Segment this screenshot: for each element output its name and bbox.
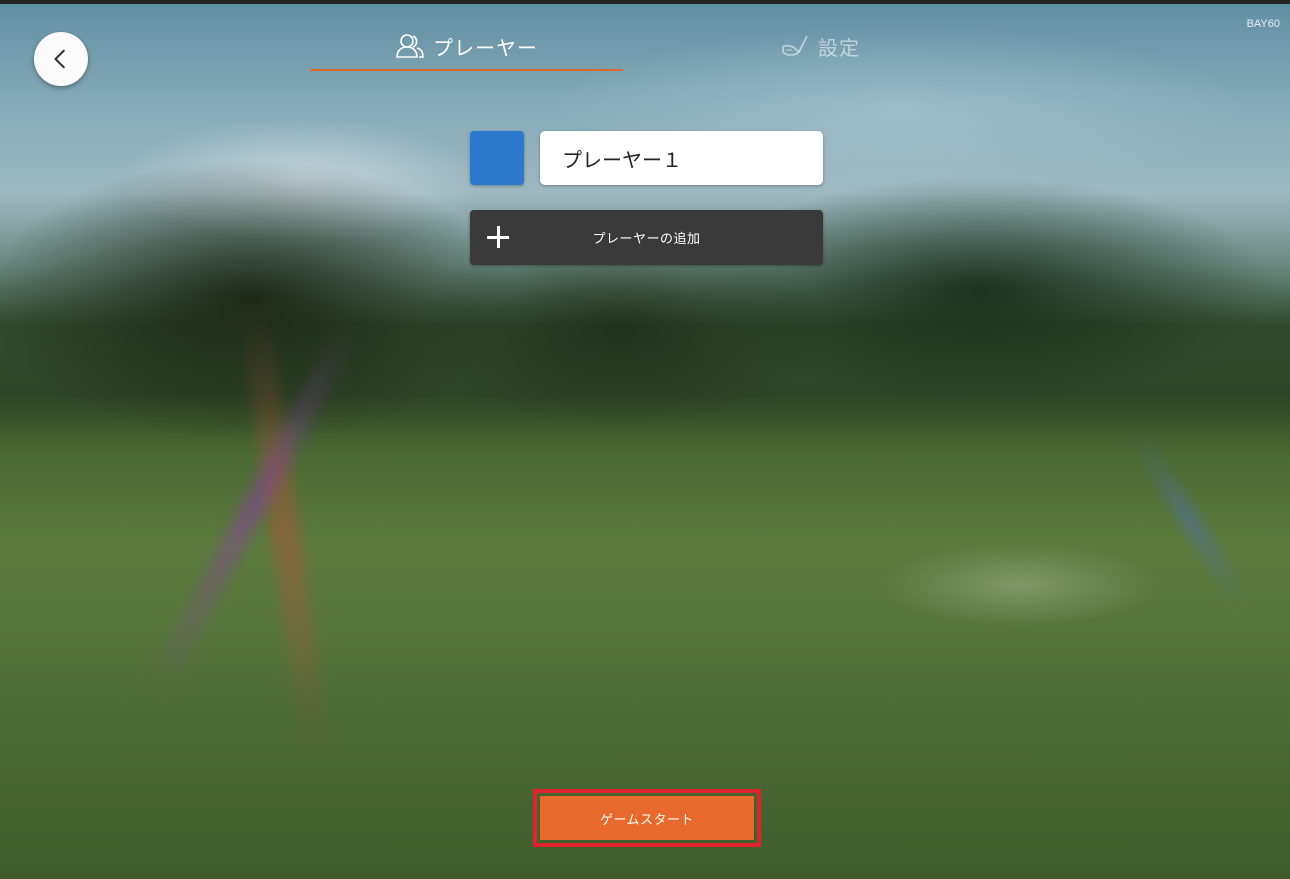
- back-button[interactable]: [34, 32, 88, 86]
- game-start-label: ゲームスタート: [599, 812, 695, 828]
- player-name-input[interactable]: [540, 131, 823, 185]
- tab-settings-label: 設定: [818, 35, 860, 60]
- players-icon: [396, 34, 424, 58]
- background-ball-trail: [1128, 429, 1252, 611]
- chevron-left-icon: [54, 49, 65, 69]
- bay-label: BAY60: [1246, 18, 1280, 30]
- tab-players[interactable]: プレーヤー: [310, 22, 623, 70]
- game-setup-screen: プレーヤー 設定 BAY60 プレーヤーの追加 ゲームスタート: [0, 0, 1290, 879]
- game-start-button[interactable]: ゲームスタート: [540, 796, 754, 840]
- golf-club-icon: [782, 35, 808, 56]
- add-player-button[interactable]: プレーヤーの追加: [470, 210, 823, 265]
- background-ball-trail: [142, 318, 362, 702]
- background-ball-trail: [238, 300, 332, 760]
- tab-settings[interactable]: 設定: [700, 22, 940, 70]
- active-tab-indicator: [310, 69, 623, 71]
- player-color-swatch[interactable]: [470, 131, 524, 185]
- tab-players-label: プレーヤー: [433, 35, 538, 60]
- add-player-label: プレーヤーの追加: [592, 232, 701, 247]
- top-border: [0, 0, 1290, 4]
